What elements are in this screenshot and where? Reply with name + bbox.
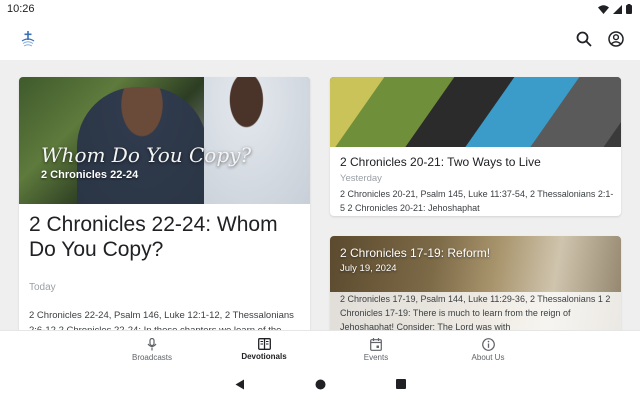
battery-icon <box>626 4 632 14</box>
devotional-image <box>330 77 621 147</box>
devotionals-feed[interactable]: Whom Do You Copy? 2 Chronicles 22-24 2 C… <box>0 60 640 330</box>
search-icon[interactable] <box>574 29 594 49</box>
nav-events[interactable]: Events <box>320 331 432 368</box>
app-bar <box>0 18 640 60</box>
wifi-icon <box>598 4 609 14</box>
card-description: 2 Chronicles 17-19, Psalm 144, Luke 11:2… <box>330 292 621 330</box>
nav-broadcasts[interactable]: Broadcasts <box>96 331 208 368</box>
card-date: Yesterday <box>340 173 382 184</box>
card-title: 2 Chronicles 17-19: Reform! <box>340 246 491 260</box>
image-title: Whom Do You Copy? <box>41 143 252 167</box>
devotional-image: Whom Do You Copy? 2 Chronicles 22-24 <box>19 77 310 204</box>
back-icon[interactable] <box>235 379 245 390</box>
card-title: 2 Chronicles 20-21: Two Ways to Live <box>340 155 541 169</box>
card-date: Today <box>29 282 56 293</box>
person-figure <box>204 77 310 204</box>
home-icon[interactable] <box>315 379 326 390</box>
nav-label: About Us <box>471 352 505 362</box>
nav-label: Devotionals <box>241 352 287 361</box>
card-description: 2 Chronicles 22-24, Psalm 146, Luke 12:1… <box>29 310 294 330</box>
status-time: 10:26 <box>7 3 35 15</box>
devotional-card[interactable]: 2 Chronicles 20-21: Two Ways to Live Yes… <box>330 77 621 216</box>
card-description: 2 Chronicles 20-21, Psalm 145, Luke 11:3… <box>340 189 614 213</box>
devotional-card[interactable]: 2 Chronicles 17-19: Reform! July 19, 202… <box>330 236 621 330</box>
microphone-icon <box>147 337 157 350</box>
image-subtitle: 2 Chronicles 22-24 <box>41 169 139 181</box>
bottom-navigation: Broadcasts Devotionals Events About Us <box>0 330 640 368</box>
account-icon[interactable] <box>606 29 626 49</box>
nav-about-us[interactable]: About Us <box>432 331 544 368</box>
book-icon <box>257 338 271 350</box>
nav-devotionals[interactable]: Devotionals <box>208 331 320 368</box>
info-icon <box>481 337 495 351</box>
nav-label: Events <box>363 352 389 362</box>
signal-icon <box>613 4 622 14</box>
card-title: 2 Chronicles 22-24: Whom Do You Copy? <box>29 213 278 261</box>
card-date: July 19, 2024 <box>340 263 397 274</box>
system-navigation <box>0 368 640 400</box>
status-icons <box>598 4 632 14</box>
devotional-card-featured[interactable]: Whom Do You Copy? 2 Chronicles 22-24 2 C… <box>19 77 310 330</box>
calendar-icon <box>370 337 382 351</box>
church-logo[interactable] <box>18 29 38 49</box>
recents-icon[interactable] <box>395 379 406 389</box>
status-bar: 10:26 <box>0 0 640 18</box>
nav-label: Broadcasts <box>131 352 173 362</box>
